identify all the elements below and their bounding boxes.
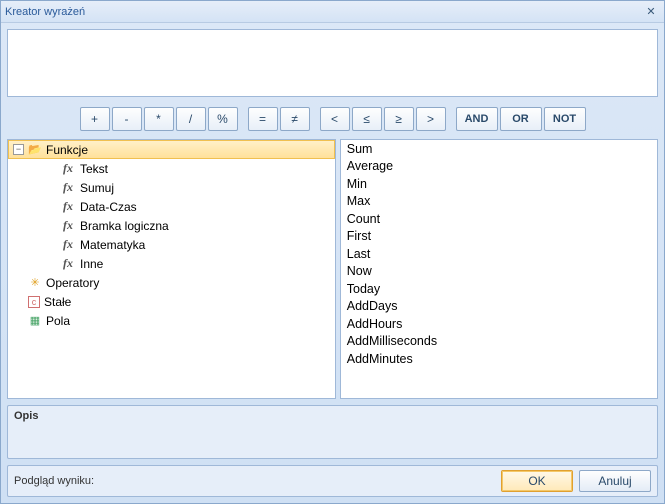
tree-constants[interactable]: c Stałe bbox=[8, 292, 335, 311]
list-item[interactable]: Sum bbox=[341, 140, 657, 158]
collapse-icon[interactable]: − bbox=[13, 144, 24, 155]
fx-icon: fx bbox=[60, 237, 76, 252]
list-item[interactable]: AddMilliseconds bbox=[341, 333, 657, 351]
tree-child-logic[interactable]: fx Bramka logiczna bbox=[8, 216, 335, 235]
list-item[interactable]: AddHours bbox=[341, 315, 657, 333]
cmp-group: < ≤ ≥ > bbox=[320, 107, 446, 131]
notequals-button[interactable]: ≠ bbox=[280, 107, 310, 131]
category-tree[interactable]: − 📂 Funkcje fx Tekst fx Sumuj fx bbox=[7, 139, 336, 399]
modulo-button[interactable]: % bbox=[208, 107, 238, 131]
close-icon: ✕ bbox=[646, 5, 655, 18]
tree-child-sum[interactable]: fx Sumuj bbox=[8, 178, 335, 197]
close-button[interactable]: ✕ bbox=[642, 5, 660, 19]
lt-button[interactable]: < bbox=[320, 107, 350, 131]
cancel-button[interactable]: Anuluj bbox=[579, 470, 651, 492]
arith-group: + - * / % bbox=[80, 107, 238, 131]
and-button[interactable]: AND bbox=[456, 107, 498, 131]
titlebar: Kreator wyrażeń ✕ bbox=[1, 1, 664, 23]
panels: − 📂 Funkcje fx Tekst fx Sumuj fx bbox=[7, 139, 658, 399]
window-title: Kreator wyrażeń bbox=[5, 6, 85, 18]
constants-icon: c bbox=[28, 296, 40, 308]
list-item[interactable]: First bbox=[341, 228, 657, 246]
result-label: Podgląd wyniku: bbox=[14, 475, 94, 487]
plus-button[interactable]: + bbox=[80, 107, 110, 131]
description-panel: Opis bbox=[7, 405, 658, 459]
tree-child-datetime[interactable]: fx Data-Czas bbox=[8, 197, 335, 216]
description-body bbox=[8, 424, 657, 458]
expression-builder-window: Kreator wyrażeń ✕ + - * / % = ≠ < ≤ ≥ bbox=[0, 0, 665, 504]
lte-button[interactable]: ≤ bbox=[352, 107, 382, 131]
divide-button[interactable]: / bbox=[176, 107, 206, 131]
tree-root-functions[interactable]: − 📂 Funkcje bbox=[8, 140, 335, 159]
gte-button[interactable]: ≥ bbox=[384, 107, 414, 131]
equals-button[interactable]: = bbox=[248, 107, 278, 131]
fx-icon: fx bbox=[60, 256, 76, 271]
list-item[interactable]: Average bbox=[341, 158, 657, 176]
operators-icon: ✳ bbox=[28, 276, 42, 290]
list-item[interactable]: AddDays bbox=[341, 298, 657, 316]
function-list[interactable]: Sum Average Min Max Count First Last Now… bbox=[340, 139, 658, 399]
not-button[interactable]: NOT bbox=[544, 107, 586, 131]
list-item[interactable]: Min bbox=[341, 175, 657, 193]
content-area: + - * / % = ≠ < ≤ ≥ > AND OR NOT bbox=[1, 23, 664, 503]
description-title: Opis bbox=[8, 406, 657, 424]
ok-button[interactable]: OK bbox=[501, 470, 573, 492]
fx-icon: fx bbox=[60, 218, 76, 233]
fx-icon: fx bbox=[60, 199, 76, 214]
tree-child-math[interactable]: fx Matematyka bbox=[8, 235, 335, 254]
or-button[interactable]: OR bbox=[500, 107, 542, 131]
multiply-button[interactable]: * bbox=[144, 107, 174, 131]
list-item[interactable]: AddMinutes bbox=[341, 350, 657, 368]
tree-operators[interactable]: ✳ Operatory bbox=[8, 273, 335, 292]
logic-group: AND OR NOT bbox=[456, 107, 586, 131]
fx-icon: fx bbox=[60, 180, 76, 195]
tree-root-label: Funkcje bbox=[46, 143, 88, 157]
list-item[interactable]: Max bbox=[341, 193, 657, 211]
fx-icon: fx bbox=[60, 161, 76, 176]
tree-child-other[interactable]: fx Inne bbox=[8, 254, 335, 273]
list-item[interactable]: Count bbox=[341, 210, 657, 228]
tree-fields[interactable]: ▦ Pola bbox=[8, 311, 335, 330]
list-item[interactable]: Last bbox=[341, 245, 657, 263]
list-item[interactable]: Now bbox=[341, 263, 657, 281]
result-panel: Podgląd wyniku: OK Anuluj bbox=[7, 465, 658, 497]
expression-input[interactable] bbox=[7, 29, 658, 97]
operator-toolbar: + - * / % = ≠ < ≤ ≥ > AND OR NOT bbox=[7, 103, 658, 133]
gt-button[interactable]: > bbox=[416, 107, 446, 131]
eq-group: = ≠ bbox=[248, 107, 310, 131]
functions-folder-icon: 📂 bbox=[28, 143, 42, 157]
list-item[interactable]: Today bbox=[341, 280, 657, 298]
minus-button[interactable]: - bbox=[112, 107, 142, 131]
tree-child-text[interactable]: fx Tekst bbox=[8, 159, 335, 178]
fields-icon: ▦ bbox=[28, 314, 42, 328]
